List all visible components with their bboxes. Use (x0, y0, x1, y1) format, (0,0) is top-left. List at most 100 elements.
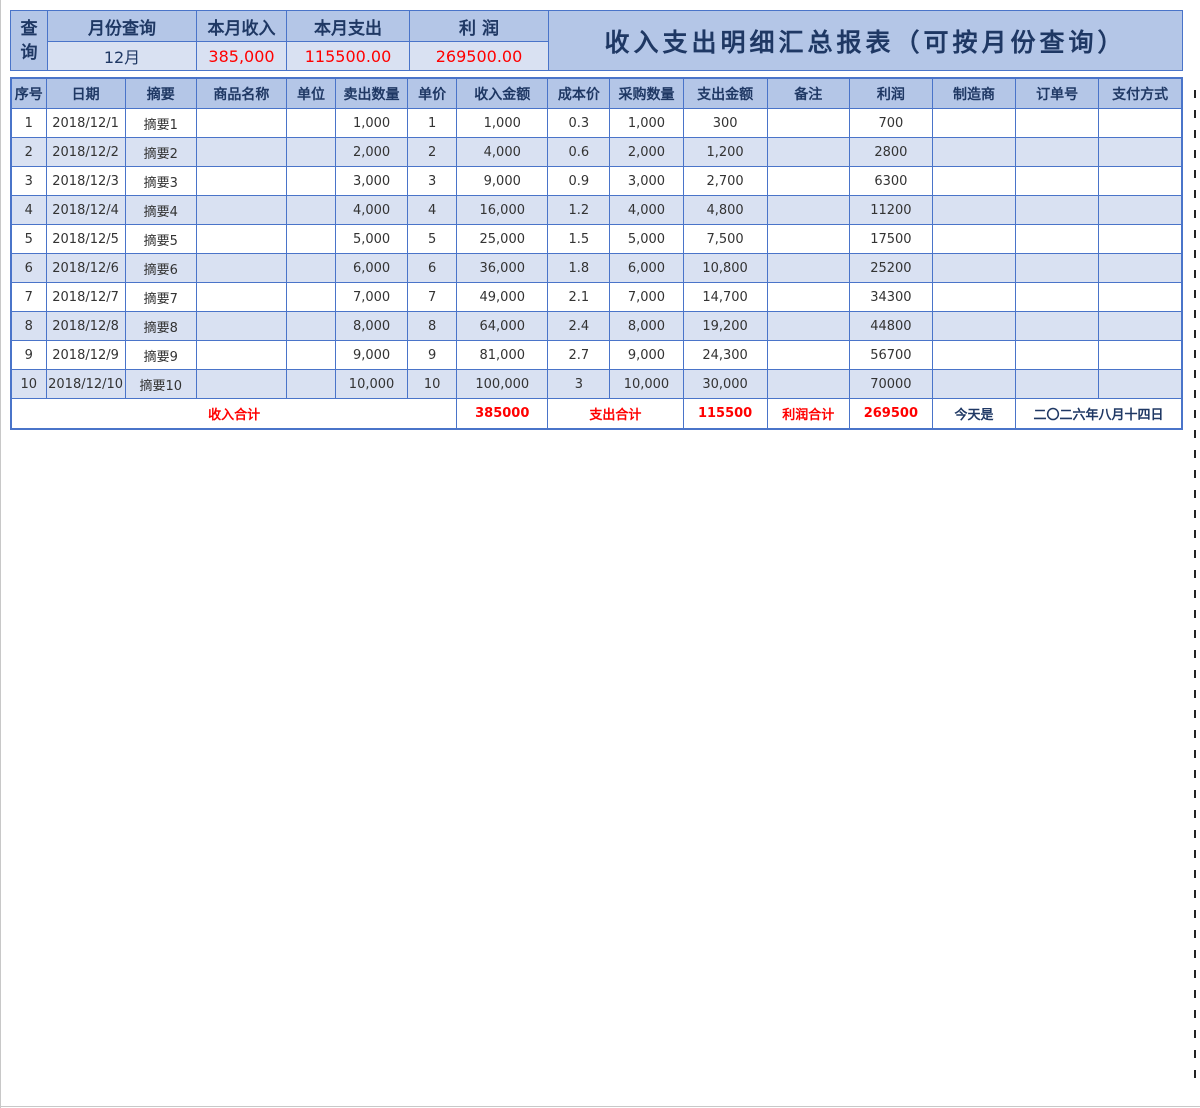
cell-sold-qty[interactable]: 9,000 (334, 340, 409, 370)
cell-notes[interactable] (766, 311, 850, 341)
cell-income-amount[interactable]: 4,000 (456, 137, 549, 167)
cell-expense-amount[interactable]: 19,200 (682, 311, 768, 341)
cell-expense-amount[interactable]: 14,700 (682, 282, 768, 312)
cell-index[interactable]: 3 (10, 166, 47, 196)
col-header-unit[interactable]: 单位 (285, 77, 337, 109)
cell-summary[interactable]: 摘要3 (124, 166, 197, 196)
cell-sold-qty[interactable]: 6,000 (334, 253, 409, 283)
cell-unit-price[interactable]: 3 (407, 166, 458, 196)
cell-payment[interactable] (1098, 253, 1183, 283)
cell-product[interactable] (195, 282, 287, 312)
cell-income-amount[interactable]: 16,000 (456, 195, 549, 225)
cell-product[interactable] (195, 340, 287, 370)
cell-purchase-qty[interactable]: 4,000 (609, 195, 684, 225)
cell-sold-qty[interactable]: 2,000 (334, 137, 409, 167)
cell-unit-price[interactable]: 6 (407, 253, 458, 283)
col-header-payment[interactable]: 支付方式 (1098, 77, 1183, 109)
col-header-unit-price[interactable]: 单价 (407, 77, 458, 109)
cell-unit[interactable] (285, 369, 337, 399)
cell-summary[interactable]: 摘要6 (124, 253, 197, 283)
cell-profit[interactable]: 25200 (848, 253, 933, 283)
cell-notes[interactable] (766, 282, 850, 312)
cell-manufacturer[interactable] (931, 195, 1017, 225)
col-header-cost-price[interactable]: 成本价 (547, 77, 611, 109)
cell-index[interactable]: 7 (10, 282, 47, 312)
cell-purchase-qty[interactable]: 2,000 (609, 137, 684, 167)
cell-payment[interactable] (1098, 166, 1183, 196)
cell-index[interactable]: 1 (10, 108, 47, 138)
cell-sold-qty[interactable]: 1,000 (334, 108, 409, 138)
cell-payment[interactable] (1098, 311, 1183, 341)
cell-notes[interactable] (766, 137, 850, 167)
cell-expense-amount[interactable]: 24,300 (682, 340, 768, 370)
income-total-label[interactable]: 收入合计 (10, 398, 458, 430)
month-query-select[interactable]: 12月 (48, 41, 197, 70)
cell-unit[interactable] (285, 282, 337, 312)
profit-total-label[interactable]: 利润合计 (766, 398, 850, 430)
profit-total-value[interactable]: 269500 (848, 398, 933, 430)
cell-payment[interactable] (1098, 137, 1183, 167)
cell-notes[interactable] (766, 369, 850, 399)
cell-product[interactable] (195, 369, 287, 399)
cell-date[interactable]: 2018/12/10 (45, 369, 126, 399)
col-header-product[interactable]: 商品名称 (195, 77, 287, 109)
cell-cost-price[interactable]: 0.6 (547, 137, 611, 167)
cell-index[interactable]: 6 (10, 253, 47, 283)
cell-cost-price[interactable]: 2.1 (547, 282, 611, 312)
cell-cost-price[interactable]: 0.3 (547, 108, 611, 138)
cell-payment[interactable] (1098, 224, 1183, 254)
cell-summary[interactable]: 摘要10 (124, 369, 197, 399)
cell-income-amount[interactable]: 36,000 (456, 253, 549, 283)
cell-order-no[interactable] (1015, 282, 1100, 312)
cell-manufacturer[interactable] (931, 224, 1017, 254)
cell-index[interactable]: 9 (10, 340, 47, 370)
cell-income-amount[interactable]: 1,000 (456, 108, 549, 138)
cell-cost-price[interactable]: 1.2 (547, 195, 611, 225)
cell-date[interactable]: 2018/12/2 (45, 137, 126, 167)
cell-unit[interactable] (285, 224, 337, 254)
expense-total-value[interactable]: 115500 (682, 398, 768, 430)
col-header-sold-qty[interactable]: 卖出数量 (334, 77, 409, 109)
cell-income-amount[interactable]: 81,000 (456, 340, 549, 370)
cell-unit[interactable] (285, 166, 337, 196)
cell-payment[interactable] (1098, 369, 1183, 399)
cell-cost-price[interactable]: 2.7 (547, 340, 611, 370)
cell-sold-qty[interactable]: 4,000 (334, 195, 409, 225)
cell-purchase-qty[interactable]: 10,000 (609, 369, 684, 399)
cell-payment[interactable] (1098, 340, 1183, 370)
col-header-notes[interactable]: 备注 (766, 77, 850, 109)
cell-cost-price[interactable]: 1.5 (547, 224, 611, 254)
cell-purchase-qty[interactable]: 6,000 (609, 253, 684, 283)
cell-unit[interactable] (285, 340, 337, 370)
col-header-expense-amount[interactable]: 支出金额 (682, 77, 768, 109)
cell-product[interactable] (195, 166, 287, 196)
cell-date[interactable]: 2018/12/6 (45, 253, 126, 283)
cell-order-no[interactable] (1015, 108, 1100, 138)
cell-order-no[interactable] (1015, 195, 1100, 225)
cell-unit-price[interactable]: 2 (407, 137, 458, 167)
cell-expense-amount[interactable]: 2,700 (682, 166, 768, 196)
cell-date[interactable]: 2018/12/3 (45, 166, 126, 196)
cell-cost-price[interactable]: 0.9 (547, 166, 611, 196)
cell-summary[interactable]: 摘要7 (124, 282, 197, 312)
cell-profit[interactable]: 11200 (848, 195, 933, 225)
col-header-manufacturer[interactable]: 制造商 (931, 77, 1017, 109)
cell-purchase-qty[interactable]: 3,000 (609, 166, 684, 196)
cell-product[interactable] (195, 311, 287, 341)
cell-sold-qty[interactable]: 5,000 (334, 224, 409, 254)
cell-unit-price[interactable]: 10 (407, 369, 458, 399)
cell-date[interactable]: 2018/12/4 (45, 195, 126, 225)
cell-profit[interactable]: 2800 (848, 137, 933, 167)
cell-purchase-qty[interactable]: 9,000 (609, 340, 684, 370)
cell-index[interactable]: 5 (10, 224, 47, 254)
cell-order-no[interactable] (1015, 340, 1100, 370)
cell-summary[interactable]: 摘要2 (124, 137, 197, 167)
cell-purchase-qty[interactable]: 5,000 (609, 224, 684, 254)
cell-notes[interactable] (766, 253, 850, 283)
cell-purchase-qty[interactable]: 1,000 (609, 108, 684, 138)
cell-expense-amount[interactable]: 4,800 (682, 195, 768, 225)
cell-product[interactable] (195, 195, 287, 225)
cell-order-no[interactable] (1015, 224, 1100, 254)
cell-product[interactable] (195, 224, 287, 254)
cell-unit-price[interactable]: 8 (407, 311, 458, 341)
